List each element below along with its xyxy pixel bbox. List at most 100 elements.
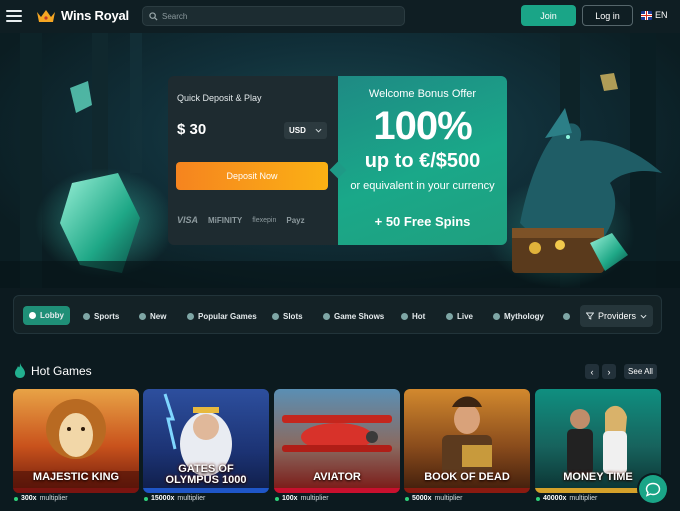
payment-methods: VISA MiFINITY flexepin Payz (177, 215, 305, 225)
menu-icon[interactable] (6, 10, 22, 22)
tab-label: Lobby (40, 311, 64, 320)
game-title: MAJESTIC KING (32, 471, 120, 483)
status-dot-icon (275, 496, 279, 501)
tab-hot[interactable]: Hot (401, 307, 425, 325)
multiplier-label: multiplier (39, 495, 68, 502)
game-card-gates-of-olympus[interactable]: GATES OF OLYMPUS 1000 (143, 389, 269, 493)
top-bar: Wins Royal Join Log in EN (0, 0, 680, 33)
multiplier-label: multiplier (569, 495, 598, 502)
crown-icon (37, 9, 55, 22)
providers-dropdown[interactable]: Providers (580, 305, 653, 327)
tab-game-shows[interactable]: Game Shows (323, 307, 384, 325)
language-selector[interactable]: EN (641, 10, 668, 20)
game-card-aviator[interactable]: AVIATOR (274, 389, 400, 493)
game-strip (404, 488, 530, 493)
tab-mythology[interactable]: Mythology (493, 307, 544, 325)
tab-label: New (150, 311, 167, 321)
prev-button[interactable]: ‹ (585, 364, 599, 379)
providers-label: Providers (597, 311, 636, 321)
game-multiplier: 300x multiplier (14, 495, 68, 502)
hot-games-heading: Hot Games (14, 363, 92, 378)
flexepin-logo: flexepin (252, 216, 277, 224)
payz-logo: Payz (286, 215, 305, 225)
language-code: EN (655, 10, 668, 20)
status-dot-icon (405, 496, 409, 501)
tab-label: Game Shows (334, 311, 385, 321)
game-multiplier: 15000x multiplier (144, 495, 205, 502)
see-all-button[interactable]: See All (624, 364, 657, 379)
slots-icon (272, 312, 279, 320)
sports-icon (83, 312, 90, 320)
search-bar[interactable] (142, 6, 405, 26)
visa-logo: VISA (177, 215, 199, 225)
tab-lobby[interactable]: Lobby (23, 306, 70, 325)
multiplier-label: multiplier (177, 495, 206, 502)
game-card-money-time[interactable]: MONEY TIME (535, 389, 661, 493)
game-strip (13, 488, 139, 493)
chevron-down-icon (640, 314, 647, 319)
game-multiplier: 40000x multiplier (536, 495, 597, 502)
tab-label: Popular Games (198, 311, 257, 321)
tab-label: Live (457, 311, 474, 321)
game-title: BOOK OF DEAD (424, 471, 510, 483)
brand-name: Wins Royal (61, 8, 129, 23)
tab-popular-games[interactable]: Popular Games (187, 307, 257, 325)
game-strip (274, 488, 400, 493)
game-strip (143, 488, 269, 493)
quick-deposit-card: Quick Deposit & Play $ 30 USD Deposit No… (168, 76, 338, 245)
game-title: AVIATOR (313, 471, 361, 483)
bonus-free-spins: + 50 Free Spins (374, 214, 471, 229)
game-multiplier: 5000x multiplier (405, 495, 462, 502)
uk-flag-icon (641, 10, 652, 20)
tab-label: Sports (94, 311, 120, 321)
deposit-amount-field[interactable]: $ 30 (177, 121, 206, 138)
status-dot-icon (144, 496, 148, 501)
multiplier-value: 300x (21, 495, 37, 502)
deposit-now-button[interactable]: Deposit Now (176, 162, 328, 190)
quick-deposit-title: Quick Deposit & Play (177, 93, 262, 103)
join-button[interactable]: Join (521, 5, 576, 26)
login-button[interactable]: Log in (582, 5, 633, 26)
tab-slots[interactable]: Slots (272, 307, 303, 325)
game-title-line2: OLYMPUS 1000 (165, 474, 247, 486)
next-button[interactable]: › (602, 364, 616, 379)
currency-value: USD (289, 126, 306, 135)
game-multiplier: 100x multiplier (275, 495, 329, 502)
chevron-down-icon (315, 128, 322, 133)
game-shows-icon (323, 312, 330, 320)
tab-more[interactable] (563, 307, 570, 325)
tab-sports[interactable]: Sports (83, 307, 119, 325)
live-icon (446, 312, 453, 320)
tab-label: Slots (283, 311, 303, 321)
bonus-percent: 100% (373, 104, 472, 148)
new-icon (139, 312, 146, 320)
star-icon (187, 312, 194, 320)
game-card-majestic-king[interactable]: MAJESTIC KING (13, 389, 139, 493)
bonus-up-to: up to €/$500 (364, 150, 481, 172)
multiplier-label: multiplier (300, 495, 329, 502)
status-dot-icon (14, 496, 18, 501)
chat-button[interactable] (639, 475, 667, 503)
bonus-equivalent: or equivalent in your currency (350, 180, 495, 192)
mifinity-logo: MiFINITY (208, 215, 243, 225)
search-icon (149, 11, 158, 21)
search-input[interactable] (162, 11, 392, 21)
brand-logo[interactable]: Wins Royal (36, 8, 129, 23)
status-dot-icon (536, 496, 540, 501)
tab-new[interactable]: New (139, 307, 166, 325)
flame-icon (401, 312, 408, 320)
tab-label: Hot (412, 311, 426, 321)
multiplier-value: 40000x (543, 495, 567, 502)
tab-live[interactable]: Live (446, 307, 473, 325)
multiplier-value: 15000x (151, 495, 175, 502)
game-card-book-of-dead[interactable]: BOOK OF DEAD (404, 389, 530, 493)
mythology-icon (493, 312, 500, 320)
multiplier-label: multiplier (434, 495, 463, 502)
tab-label: Mythology (504, 311, 544, 321)
currency-select[interactable]: USD (284, 122, 327, 139)
hot-games-title: Hot Games (31, 363, 92, 378)
welcome-bonus-card[interactable]: Welcome Bonus Offer 100% up to €/$500 or… (338, 76, 507, 245)
hero-banner: Quick Deposit & Play $ 30 USD Deposit No… (0, 33, 680, 288)
chat-icon (645, 482, 661, 497)
category-bar: Lobby Sports New Popular Games Slots Gam… (13, 295, 662, 334)
